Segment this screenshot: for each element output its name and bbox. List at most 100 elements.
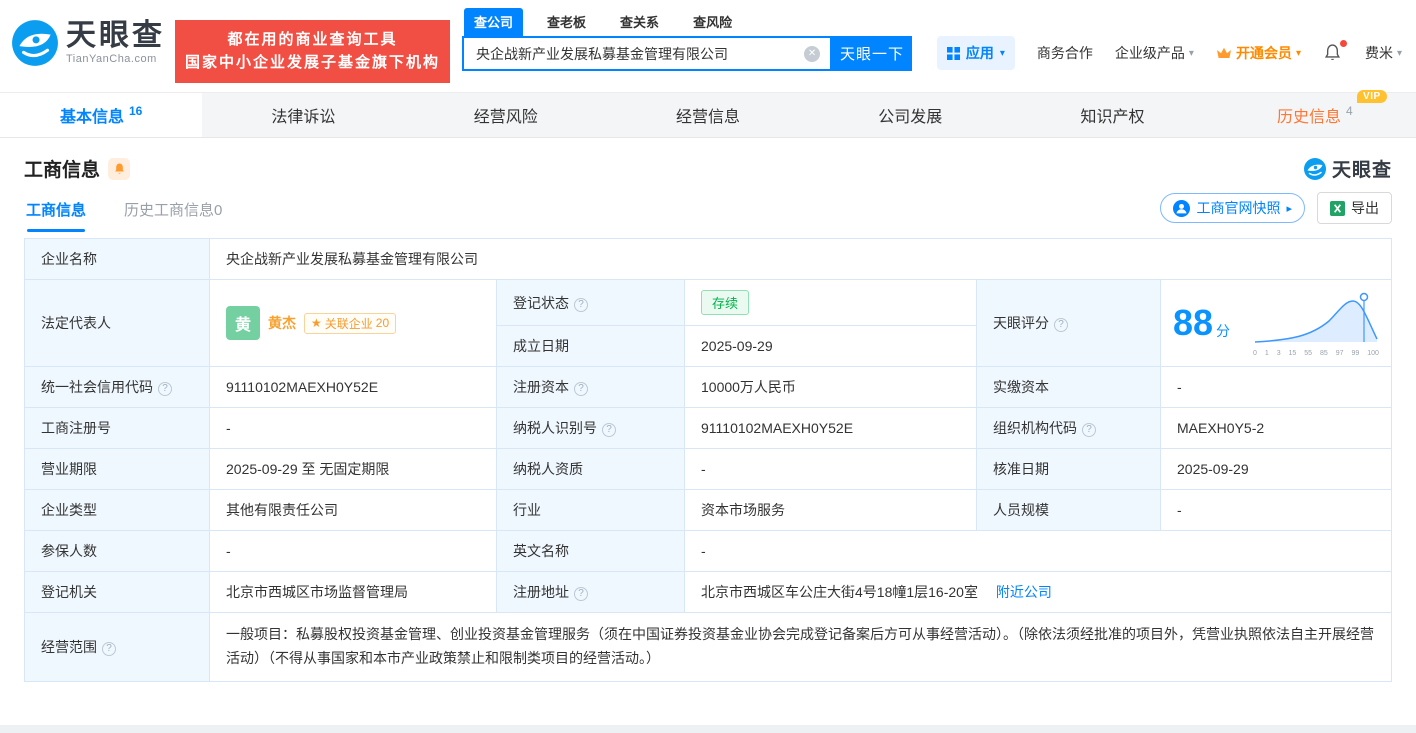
staff-size-value: -	[1160, 489, 1392, 531]
reg-address-cell: 北京市西城区车公庄大街4号18幢1层16-20室 附近公司	[684, 571, 1392, 613]
chevron-down-icon: ▾	[999, 47, 1005, 59]
help-icon[interactable]: ?	[574, 587, 588, 601]
help-icon[interactable]: ?	[574, 297, 588, 312]
english-name-value: -	[684, 530, 1392, 572]
paid-capital-value: -	[1160, 366, 1392, 408]
tianyan-score: 88 分	[1173, 305, 1230, 341]
company-type-value: 其他有限责任公司	[209, 489, 497, 531]
subtab-business-registration[interactable]: 工商信息	[24, 193, 88, 234]
search-bar: ✕ 天眼一下	[462, 36, 913, 71]
search-button[interactable]: 天眼一下	[832, 36, 913, 71]
help-icon[interactable]: ?	[574, 382, 588, 396]
reg-capital-value: 10000万人民币	[684, 366, 977, 408]
tab-company-development[interactable]: 公司发展	[809, 93, 1011, 137]
field-label: 参保人数	[24, 530, 210, 572]
search-tab-boss[interactable]: 查老板	[537, 8, 596, 36]
search-input[interactable]	[474, 44, 805, 63]
enterprise-label: 企业级产品	[1114, 45, 1185, 61]
help-icon[interactable]: ?	[1082, 423, 1096, 437]
search-tab-relation[interactable]: 查关系	[610, 8, 669, 36]
notifications-bell[interactable]	[1323, 40, 1347, 63]
chevron-right-icon: ▸	[1286, 202, 1292, 215]
official-snapshot-button[interactable]: 工商官网快照 ▸	[1160, 193, 1305, 223]
related-count: 20	[375, 316, 390, 330]
field-label: 天眼评分?	[976, 279, 1161, 367]
reg-authority-value: 北京市西城区市场监督管理局	[209, 571, 497, 613]
tab-intellectual-property[interactable]: 知识产权	[1011, 93, 1213, 137]
export-label: 导出	[1351, 200, 1379, 216]
insured-count-value: -	[209, 530, 497, 572]
table-row: 工商注册号 - 纳税人识别号? 91110102MAEXH0Y52E 组织机构代…	[24, 407, 1392, 449]
establish-date-value: 2025-09-29	[684, 325, 977, 367]
medal-icon: ★	[311, 316, 322, 330]
credit-code-value: 91110102MAEXH0Y52E	[209, 366, 497, 408]
slogan-line1: 都在用的商业查询工具	[227, 31, 398, 48]
tab-legal-proceedings[interactable]: 法律诉讼	[202, 93, 404, 137]
notification-dot	[1339, 40, 1347, 47]
export-button[interactable]: 导出	[1317, 192, 1392, 224]
header: 天眼查 TianYanCha.com 都在用的商业查询工具 国家中小企业发展子基…	[0, 0, 1416, 92]
score-unit: 分	[1216, 323, 1231, 339]
table-row: 企业类型 其他有限责任公司 行业 资本市场服务 人员规模 -	[24, 489, 1392, 531]
field-label: 行业	[496, 489, 685, 531]
tab-label: 知识产权	[1080, 109, 1145, 126]
search-tab-company[interactable]: 查公司	[464, 8, 524, 36]
tab-label: 基本信息	[59, 109, 124, 126]
username: 费米	[1364, 45, 1393, 61]
field-label: 登记机关	[24, 571, 210, 613]
tab-history-info[interactable]: 历史信息 4 VIP	[1214, 90, 1416, 137]
industry-value: 资本市场服务	[684, 489, 977, 531]
apps-menu[interactable]: 应用 ▾	[936, 36, 1015, 70]
field-label: 经营范围?	[24, 612, 210, 682]
subscribe-bell-button[interactable]	[108, 157, 131, 180]
reg-address-value: 北京市西城区车公庄大街4号18幢1层16-20室	[701, 584, 978, 600]
legal-rep-link[interactable]: 黄杰	[268, 313, 296, 333]
tab-label: 历史信息	[1276, 109, 1341, 126]
tianyancha-logo[interactable]: 天眼查 TianYanCha.com	[10, 18, 165, 68]
field-label: 工商注册号	[24, 407, 210, 449]
clear-icon[interactable]: ✕	[804, 45, 821, 62]
score-value: 88	[1173, 302, 1214, 343]
slogan-line2: 国家中小企业发展子基金旗下机构	[185, 54, 441, 72]
related-companies-badge[interactable]: ★ 关联企业 20	[304, 312, 397, 334]
user-menu[interactable]: 费米 ▾	[1365, 43, 1402, 63]
business-scope-value: 一般项目：私募股权投资基金管理、创业投资基金管理服务（须在中国证券投资基金业协会…	[209, 612, 1392, 682]
org-code-value: MAEXH0Y5-2	[1160, 407, 1392, 449]
nav-cooperation[interactable]: 商务合作	[1037, 43, 1093, 63]
taxpayer-id-value: 91110102MAEXH0Y52E	[684, 407, 977, 449]
subtab-history-registration[interactable]: 历史工商信息0	[122, 193, 224, 234]
excel-icon	[1330, 200, 1345, 216]
help-icon[interactable]: ?	[1054, 318, 1068, 332]
bell-icon	[1324, 44, 1340, 61]
nearby-companies-link[interactable]: 附近公司	[996, 584, 1052, 600]
field-label: 登记状态?	[496, 279, 685, 326]
nav-enterprise-products[interactable]: 企业级产品 ▾	[1115, 43, 1194, 63]
chevron-down-icon: ▾	[1295, 47, 1301, 59]
open-vip[interactable]: 开通会员 ▾	[1216, 43, 1301, 63]
brand-name: 天眼查	[1331, 160, 1392, 181]
avatar[interactable]: 黄	[226, 306, 260, 340]
help-icon[interactable]: ?	[102, 641, 116, 656]
tab-label: 公司发展	[878, 109, 943, 126]
page-bottom-strip	[0, 725, 1416, 733]
tab-basic-info[interactable]: 基本信息 16	[0, 93, 203, 137]
approval-date-value: 2025-09-29	[1160, 448, 1392, 490]
chevron-down-icon: ▾	[1396, 47, 1402, 59]
tab-business-risk[interactable]: 经营风险	[405, 93, 607, 137]
status-badge: 存续	[701, 290, 750, 315]
field-label: 企业名称	[24, 238, 210, 280]
score-curve-icon	[1254, 292, 1378, 343]
tab-label: 经营风险	[473, 109, 538, 126]
table-row: 统一社会信用代码? 91110102MAEXH0Y52E 注册资本? 10000…	[24, 366, 1392, 408]
vip-label: 开通会员	[1235, 45, 1292, 61]
tab-count: 4	[1345, 104, 1353, 118]
help-icon[interactable]: ?	[158, 382, 172, 396]
table-row: 登记机关 北京市西城区市场监督管理局 注册地址? 北京市西城区车公庄大街4号18…	[24, 571, 1392, 613]
search-input-box: ✕	[462, 36, 833, 71]
help-icon[interactable]: ?	[602, 423, 616, 437]
search-tab-risk[interactable]: 查风险	[683, 8, 742, 36]
tab-business-info[interactable]: 经营信息	[607, 93, 809, 137]
table-row: 参保人数 - 英文名称 -	[24, 530, 1392, 572]
main-tab-bar: 基本信息 16 法律诉讼 经营风险 经营信息 公司发展 知识产权 历史信息 4 …	[0, 90, 1416, 138]
table-row: 营业期限 2025-09-29 至 无固定期限 纳税人资质 - 核准日期 202…	[24, 448, 1392, 490]
